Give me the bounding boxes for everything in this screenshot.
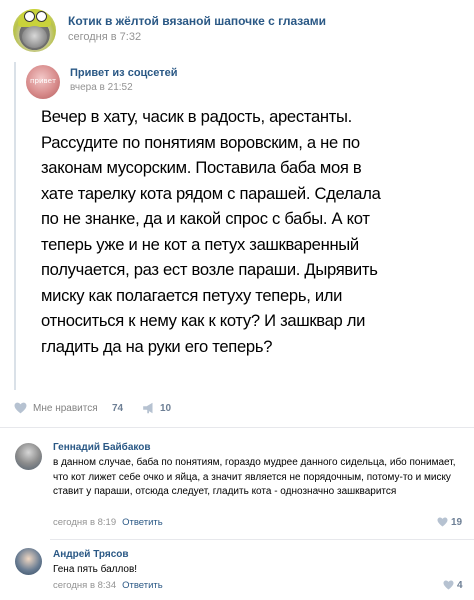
repost-author-name[interactable]: Привет из соцсетей — [70, 67, 178, 79]
heart-icon[interactable] — [14, 402, 27, 414]
post-body-text: Вечер в хату, часик в радость, арестанты… — [41, 107, 381, 356]
comment-like-count: 4 — [457, 580, 463, 591]
comment-timestamp[interactable]: сегодня в 8:19 — [53, 517, 116, 528]
comment-text: в данном случае, баба по понятиям, гораз… — [53, 457, 456, 497]
comment-meta: сегодня в 8:19 Ответить — [53, 517, 163, 528]
repost-avatar[interactable]: привет — [26, 65, 60, 99]
reply-button[interactable]: Ответить — [122, 580, 163, 591]
hat-eye — [36, 11, 47, 22]
like-count[interactable]: 74 — [112, 403, 123, 414]
heart-icon[interactable] — [443, 580, 454, 590]
comment-text: Гена пять баллов! — [53, 564, 138, 575]
author-avatar[interactable] — [13, 9, 56, 52]
comment-like[interactable]: 19 — [437, 517, 462, 528]
heart-icon[interactable] — [437, 517, 448, 527]
like-button-label[interactable]: Мне нравится — [33, 403, 98, 414]
comment-author-name[interactable]: Андрей Трясов — [53, 549, 129, 560]
repost-bar — [14, 62, 16, 390]
divider — [50, 539, 474, 540]
cat-face — [22, 26, 47, 48]
post-timestamp[interactable]: сегодня в 7:32 — [68, 31, 141, 43]
hat-eye — [24, 11, 35, 22]
comment-meta: сегодня в 8:34 Ответить — [53, 580, 163, 591]
share-count[interactable]: 10 — [160, 403, 171, 414]
post-author-name[interactable]: Котик в жёлтой вязаной шапочке с глазами — [68, 14, 326, 28]
comment-avatar[interactable] — [15, 443, 42, 470]
comment-like-count: 19 — [451, 517, 463, 528]
reply-button[interactable]: Ответить — [122, 517, 163, 528]
divider — [0, 427, 474, 428]
megaphone-icon[interactable] — [142, 402, 156, 414]
comment-author-name[interactable]: Геннадий Байбаков — [53, 442, 151, 453]
repost-avatar-text: привет — [29, 77, 57, 85]
comment-timestamp[interactable]: сегодня в 8:34 — [53, 580, 116, 591]
comment-like[interactable]: 4 — [443, 580, 463, 591]
comment-avatar[interactable] — [15, 548, 42, 575]
repost-timestamp[interactable]: вчера в 21:52 — [70, 82, 133, 93]
